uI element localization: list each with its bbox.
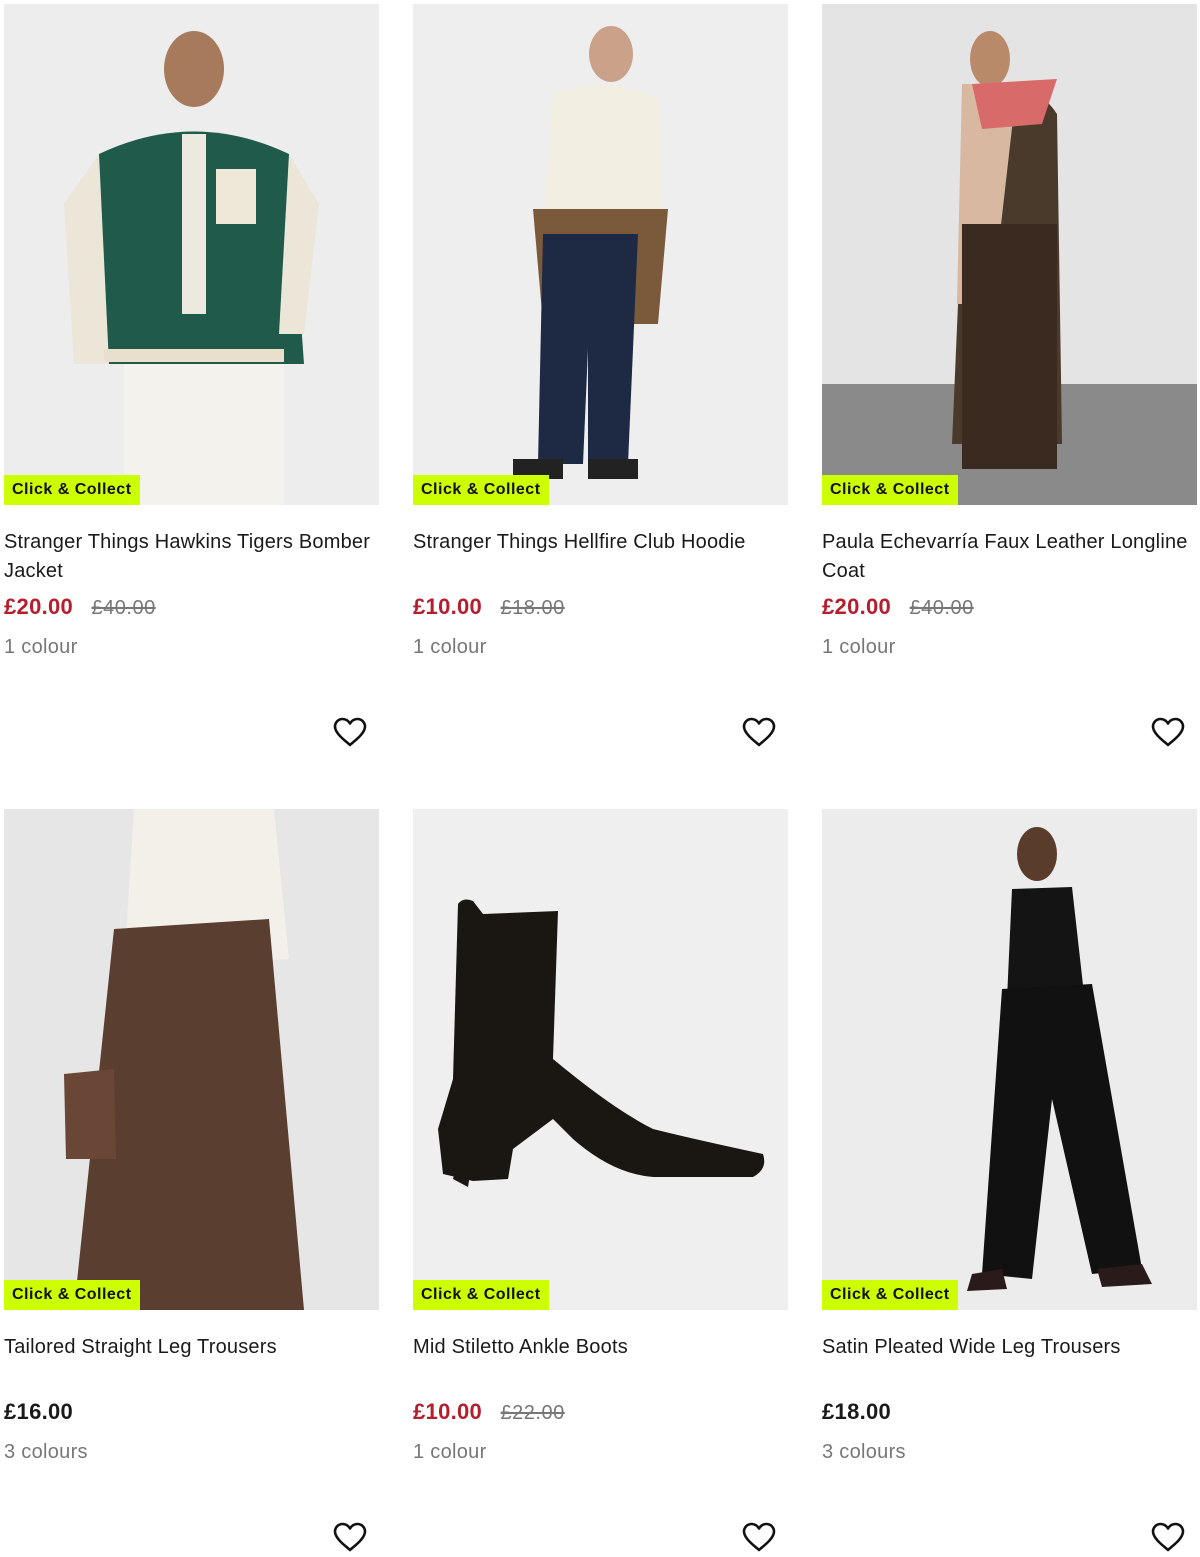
price-row: £10.00 £18.00 [413,594,565,624]
heart-outline-icon [333,1522,367,1552]
product-image[interactable]: Click & Collect [4,4,379,505]
product-image[interactable]: Click & Collect [822,809,1197,1310]
colour-count: 1 colour [413,1441,487,1463]
product-card[interactable]: Click & Collect Stranger Things Hellfire… [413,4,789,764]
price-row: £16.00 [4,1399,73,1429]
product-card[interactable]: Click & Collect Tailored Straight Leg Tr… [4,809,380,1552]
click-collect-badge: Click & Collect [4,1280,140,1310]
was-price: £18.00 [500,597,565,619]
click-collect-badge: Click & Collect [413,475,549,505]
product-card[interactable]: Click & Collect Stranger Things Hawkins … [4,4,380,764]
product-image[interactable]: Click & Collect [413,4,788,505]
price-row: £20.00 £40.00 [4,594,156,624]
click-collect-badge: Click & Collect [4,475,140,505]
was-price: £40.00 [909,597,974,619]
price-row: £18.00 [822,1399,891,1429]
product-image[interactable]: Click & Collect [4,809,379,1310]
product-title[interactable]: Stranger Things Hellfire Club Hoodie [413,528,789,557]
wishlist-button[interactable] [1148,1517,1188,1557]
click-collect-badge: Click & Collect [413,1280,549,1310]
sale-price: £10.00 [413,594,483,619]
product-title[interactable]: Stranger Things Hawkins Tigers Bomber Ja… [4,528,380,586]
product-title[interactable]: Paula Echevarría Faux Leather Longline C… [822,528,1198,586]
was-price: £40.00 [91,597,156,619]
colour-count: 1 colour [413,636,487,658]
colour-count: 3 colours [822,1441,906,1463]
product-card[interactable]: Click & Collect Mid Stiletto Ankle Boots… [413,809,789,1552]
product-image[interactable]: Click & Collect [413,809,788,1310]
product-card[interactable]: Click & Collect Satin Pleated Wide Leg T… [822,809,1198,1552]
wishlist-button[interactable] [739,1517,779,1557]
sale-price: £10.00 [413,1399,483,1424]
product-image[interactable]: Click & Collect [822,4,1197,505]
sale-price: £20.00 [4,594,74,619]
product-title[interactable]: Satin Pleated Wide Leg Trousers [822,1333,1198,1362]
heart-outline-icon [333,717,367,747]
was-price: £22.00 [500,1402,565,1424]
wishlist-button[interactable] [739,712,779,752]
click-collect-badge: Click & Collect [822,475,958,505]
heart-outline-icon [1151,717,1185,747]
sale-price: £20.00 [822,594,892,619]
wishlist-button[interactable] [1148,712,1188,752]
price: £16.00 [4,1399,74,1424]
product-grid: Click & Collect Stranger Things Hawkins … [0,0,1200,1552]
colour-count: 3 colours [4,1441,88,1463]
product-title[interactable]: Mid Stiletto Ankle Boots [413,1333,789,1362]
product-card[interactable]: Click & Collect Paula Echevarría Faux Le… [822,4,1198,764]
click-collect-badge: Click & Collect [822,1280,958,1310]
product-title[interactable]: Tailored Straight Leg Trousers [4,1333,380,1362]
price: £18.00 [822,1399,892,1424]
price-row: £10.00 £22.00 [413,1399,565,1429]
wishlist-button[interactable] [330,712,370,752]
heart-outline-icon [742,1522,776,1552]
wishlist-button[interactable] [330,1517,370,1557]
heart-outline-icon [742,717,776,747]
colour-count: 1 colour [822,636,896,658]
colour-count: 1 colour [4,636,78,658]
heart-outline-icon [1151,1522,1185,1552]
price-row: £20.00 £40.00 [822,594,974,624]
